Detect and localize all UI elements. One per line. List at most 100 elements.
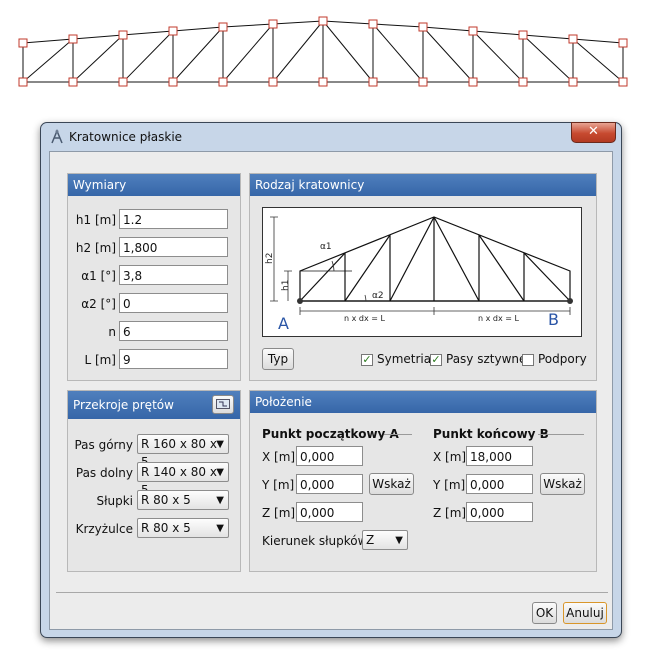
end-wskaz-button[interactable]: Wskaż [540, 473, 585, 495]
pas-gorny-select[interactable]: R 160 x 80 x 5▼ [137, 434, 229, 469]
truss-node[interactable] [218, 22, 228, 32]
end-z-label: Z [m] [433, 506, 467, 520]
start-x-field[interactable]: 0,000 [296, 446, 363, 466]
truss-node[interactable] [518, 30, 528, 40]
truss-node[interactable] [268, 77, 278, 87]
end-y-field[interactable]: 0,000 [466, 474, 533, 494]
truss-node[interactable] [68, 77, 78, 87]
section-library-icon [216, 399, 230, 409]
window-title: Kratownice płaskie [69, 130, 183, 144]
h2-label: h2 [m] [75, 241, 116, 255]
close-icon: ✕ [588, 124, 599, 139]
cancel-button[interactable]: Anuluj [563, 602, 607, 624]
truss-node[interactable] [68, 34, 78, 44]
truss-node[interactable] [518, 77, 528, 87]
truss-node[interactable] [168, 77, 178, 87]
truss-node[interactable] [318, 77, 328, 87]
slupki-value: R 80 x 5 [141, 493, 191, 507]
truss-node[interactable] [418, 22, 428, 32]
start-z-label: Z [m] [262, 506, 296, 520]
start-x-label: X [m] [262, 450, 296, 464]
kierunek-label: Kierunek słupków [262, 534, 368, 548]
pas-gorny-label: Pas górny [74, 438, 133, 452]
support-a-icon [297, 298, 303, 304]
krzyzulce-value: R 80 x 5 [141, 521, 191, 535]
alpha2-field[interactable]: 0 [119, 293, 228, 313]
start-group-line [384, 434, 412, 435]
podpory-checkbox[interactable] [522, 354, 534, 366]
truss-node[interactable] [168, 26, 178, 36]
n-field[interactable]: 6 [119, 321, 228, 341]
przekroje-title: Przekroje prętów [73, 398, 174, 412]
polozenie-header: Położenie [250, 391, 596, 413]
end-z-field[interactable]: 0,000 [466, 502, 533, 522]
l-field[interactable]: 9 [119, 349, 228, 369]
h2-field[interactable]: 1,800 [119, 237, 228, 257]
chevron-down-icon: ▼ [395, 535, 403, 546]
truss-type-diagram: h2 h1 α1 α2 n x dx = L n x dx = L A B [262, 207, 582, 337]
truss-node[interactable] [318, 16, 328, 26]
truss-node[interactable] [118, 77, 128, 87]
truss-node[interactable] [468, 77, 478, 87]
rodzaj-panel: Rodzaj kratownicy h2 h1 α1 α2 n x dx = L… [249, 173, 597, 381]
end-x-label: X [m] [433, 450, 467, 464]
wymiary-header: Wymiary [68, 174, 240, 196]
truss-node[interactable] [18, 38, 28, 48]
pasy-sztywne-label: Pasy sztywne [446, 352, 527, 366]
krzyzulce-select[interactable]: R 80 x 5 ▼ [137, 518, 229, 538]
truss-node[interactable] [18, 77, 28, 87]
section-library-button[interactable] [212, 395, 234, 414]
truss-node[interactable] [618, 38, 628, 48]
krzyzulce-label: Krzyżulce [75, 522, 133, 536]
kierunek-value: Z [366, 533, 375, 547]
h1-dim-label: h1 [281, 280, 291, 291]
symetria-check-icon: ✓ [362, 353, 372, 366]
start-y-label: Y [m] [262, 478, 295, 492]
truss-node[interactable] [218, 77, 228, 87]
truss-dialog: Kratownice płaskie ✕ Wymiary h1 [m] 1.2 … [40, 122, 622, 638]
chevron-down-icon: ▼ [216, 523, 224, 534]
truss-node[interactable] [568, 34, 578, 44]
pas-dolny-label: Pas dolny [75, 466, 133, 480]
symetria-checkbox[interactable]: ✓ [361, 354, 373, 366]
end-group-line [538, 434, 584, 435]
end-y-label: Y [m] [433, 478, 466, 492]
alpha2-dim-label: α2 [372, 291, 384, 301]
ok-button[interactable]: OK [532, 602, 557, 624]
h2-dim-label: h2 [265, 253, 275, 264]
start-y-field[interactable]: 0,000 [296, 474, 363, 494]
end-x-field[interactable]: 18,000 [466, 446, 533, 466]
truss-node[interactable] [418, 77, 428, 87]
support-b-icon [567, 298, 573, 304]
pasy-sztywne-check-icon: ✓ [431, 353, 441, 366]
rodzaj-header: Rodzaj kratownicy [250, 174, 596, 196]
pas-dolny-select[interactable]: R 140 x 80 x 5▼ [137, 462, 229, 497]
truss-node[interactable] [268, 19, 278, 29]
symetria-label: Symetria [377, 352, 432, 366]
slupki-select[interactable]: R 80 x 5 ▼ [137, 490, 229, 510]
start-wskaz-button[interactable]: Wskaż [369, 473, 414, 495]
chevron-down-icon: ▼ [216, 439, 224, 450]
truss-node[interactable] [468, 26, 478, 36]
pasy-sztywne-checkbox[interactable]: ✓ [430, 354, 442, 366]
truss-node[interactable] [568, 77, 578, 87]
close-button[interactable]: ✕ [571, 122, 616, 143]
alpha1-field[interactable]: 3,8 [119, 265, 228, 285]
typ-button[interactable]: Typ [262, 348, 294, 370]
h1-label: h1 [m] [75, 213, 116, 227]
h1-field[interactable]: 1.2 [119, 209, 228, 229]
truss-node[interactable] [368, 77, 378, 87]
polozenie-panel: Położenie Punkt początkowy A X [m] 0,000… [249, 390, 597, 572]
truss-node[interactable] [618, 77, 628, 87]
dialog-body: Wymiary h1 [m] 1.2 h2 [m] 1,800 α1 [°] 3… [49, 151, 613, 630]
przekroje-panel: Przekroje prętów Pas górny R 160 x 80 x … [67, 390, 241, 572]
title-bar[interactable]: Kratownice płaskie ✕ [41, 122, 621, 151]
point-a-label: A [278, 314, 289, 333]
truss-node[interactable] [368, 19, 378, 29]
app-icon [51, 129, 63, 144]
point-b-label: B [548, 310, 559, 329]
truss-node[interactable] [118, 30, 128, 40]
kierunek-select[interactable]: Z ▼ [362, 530, 408, 550]
alpha2-label: α2 [°] [81, 297, 116, 311]
start-z-field[interactable]: 0,000 [296, 502, 363, 522]
